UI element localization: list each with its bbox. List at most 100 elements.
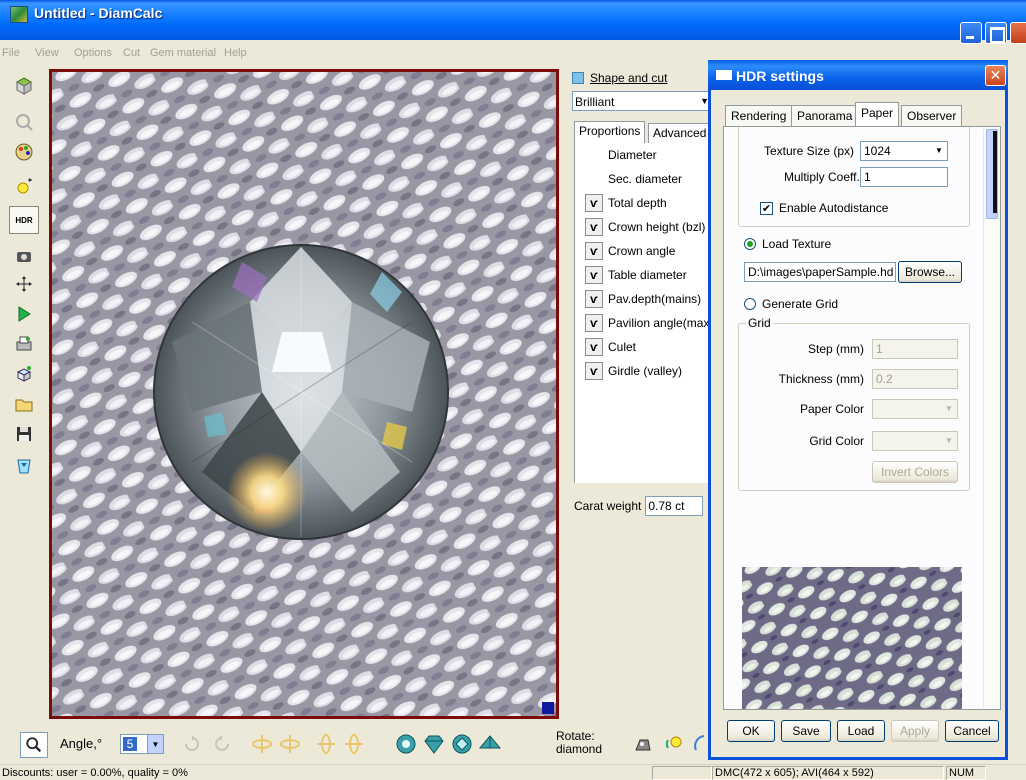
lock-icon[interactable]: ѵ [585,242,603,260]
zoom-icon [16,114,33,131]
menu-file[interactable]: File [2,47,20,59]
grid-color-select[interactable]: ▼ [872,431,958,451]
lock-icon[interactable]: ѵ [585,338,603,356]
lock-icon[interactable]: ѵ [585,314,603,332]
load-texture-row[interactable]: Load Texture [744,237,831,251]
tab-rendering[interactable]: Rendering [725,105,793,126]
menu-help[interactable]: Help [224,47,247,59]
tab-paper[interactable]: Paper [855,102,900,126]
autodistance-row[interactable]: ✔ Enable Autodistance [760,201,888,215]
prop-pavilion-angle[interactable]: ѵ Pavilion angle(max) [575,312,713,334]
prop-sec-diameter[interactable]: Sec. diameter [575,168,682,190]
shape-select[interactable]: Brilliant ▼ [572,91,712,111]
lock-icon[interactable]: ѵ [585,290,603,308]
shape-header-label[interactable]: Shape and cut [590,71,667,85]
gem-trash-button[interactable] [9,452,39,480]
menu-gem-material[interactable]: Gem material [150,47,216,59]
minimize-button[interactable] [960,22,982,44]
close-button[interactable] [1010,22,1026,44]
flip-horizontal-2-icon [345,734,363,754]
lock-icon[interactable]: ѵ [585,194,603,212]
menu-options[interactable]: Options [74,47,112,59]
prop-culet[interactable]: ѵ Culet [575,336,636,358]
view-girdle-button[interactable] [392,730,420,758]
export-button[interactable] [9,360,39,388]
zoom-button[interactable] [20,732,48,758]
open-button[interactable] [9,390,39,418]
view-side-button[interactable] [420,730,448,758]
play-button[interactable] [9,300,39,328]
magnifier-icon [26,737,42,753]
grid-group-label: Grid [746,316,773,330]
load-model-button[interactable] [9,72,39,100]
lock-icon[interactable]: ѵ [585,362,603,380]
maximize-button[interactable] [985,22,1007,44]
multiply-label: Multiply Coeff. [784,170,860,184]
rotate-ccw-button[interactable] [178,730,206,758]
prop-crown-angle[interactable]: ѵ Crown angle [575,240,675,262]
thickness-row: Thickness (mm) 0.2 [764,369,958,389]
save-button[interactable]: Save [781,720,831,742]
move-icon [16,276,32,292]
tab-panorama[interactable]: Panorama [791,105,859,126]
save-tool-button[interactable] [9,420,39,448]
prop-crown-height[interactable]: ѵ Crown height (bzl) [575,216,705,238]
camera-button[interactable] [9,242,39,270]
prop-girdle[interactable]: ѵ Girdle (valley) [575,360,682,382]
lock-icon[interactable]: ѵ [585,266,603,284]
carat-weight-field[interactable] [645,496,704,516]
texture-size-select[interactable]: 1024 ▼ [860,141,948,161]
prop-pav-depth[interactable]: ѵ Pav.depth(mains) [575,288,701,310]
title-bar[interactable]: Untitled - DiamCalc [0,0,1026,44]
paper-page-scrollbar[interactable] [983,129,999,707]
zoom-tool-button[interactable] [9,108,39,136]
palette-button[interactable] [9,138,39,166]
thickness-field[interactable]: 0.2 [872,369,958,389]
flip-vertical-button[interactable] [248,730,276,758]
generate-grid-radio[interactable] [744,298,756,310]
view-pavilion-button[interactable] [476,730,504,758]
dialog-title-bar[interactable]: HDR settings ✕ [708,60,1008,90]
left-toolbar: HDR [9,72,43,502]
load-button[interactable]: Load [837,720,885,742]
move-button[interactable] [9,270,39,298]
menu-cut[interactable]: Cut [123,47,140,59]
prop-diameter[interactable]: Diameter [575,144,657,166]
prop-table-diameter[interactable]: ѵ Table diameter [575,264,687,286]
prop-label: Diameter [608,148,657,162]
rotate-diamond-button[interactable] [628,730,656,758]
menu-view[interactable]: View [35,47,59,59]
generate-grid-row[interactable]: Generate Grid [744,297,838,311]
texture-size-value: 1024 [864,144,891,158]
tab-observer[interactable]: Observer [901,105,963,126]
invert-colors-button[interactable]: Invert Colors [872,461,958,483]
cancel-button[interactable]: Cancel [945,720,999,742]
rotate-diamond-icon [635,739,651,751]
flip-horizontal-button[interactable] [312,730,340,758]
multiply-field[interactable]: 1 [860,167,948,187]
prop-total-depth[interactable]: ѵ Total depth [575,192,667,214]
texture-path-field[interactable]: D:\images\paperSample.hd [744,262,896,282]
rotate-light-button[interactable] [660,730,688,758]
window-title: Untitled - DiamCalc [34,5,163,21]
flip-vertical-2-button[interactable] [276,730,304,758]
rotate-cw-button[interactable] [208,730,236,758]
autodistance-checkbox[interactable]: ✔ [760,201,773,215]
apply-button[interactable]: Apply [891,720,939,742]
diamond-viewport[interactable] [49,69,559,719]
tab-proportions[interactable]: Proportions [574,121,646,143]
print-setup-button[interactable] [9,330,39,358]
ok-button[interactable]: OK [727,720,775,742]
paper-color-select[interactable]: ▼ [872,399,958,419]
lock-icon[interactable]: ѵ [585,218,603,236]
hdr-button[interactable]: HDR [9,206,39,234]
step-field[interactable]: 1 [872,339,958,359]
browse-button[interactable]: Browse... [898,261,962,283]
dialog-close-button[interactable]: ✕ [985,65,1006,86]
tab-advanced[interactable]: Advanced [648,123,712,143]
load-texture-radio[interactable] [744,238,756,250]
flip-horizontal-2-button[interactable] [340,730,368,758]
view-top-button[interactable] [448,730,476,758]
light-button[interactable] [9,172,39,200]
angle-select[interactable]: 5 ▼ [120,734,164,754]
